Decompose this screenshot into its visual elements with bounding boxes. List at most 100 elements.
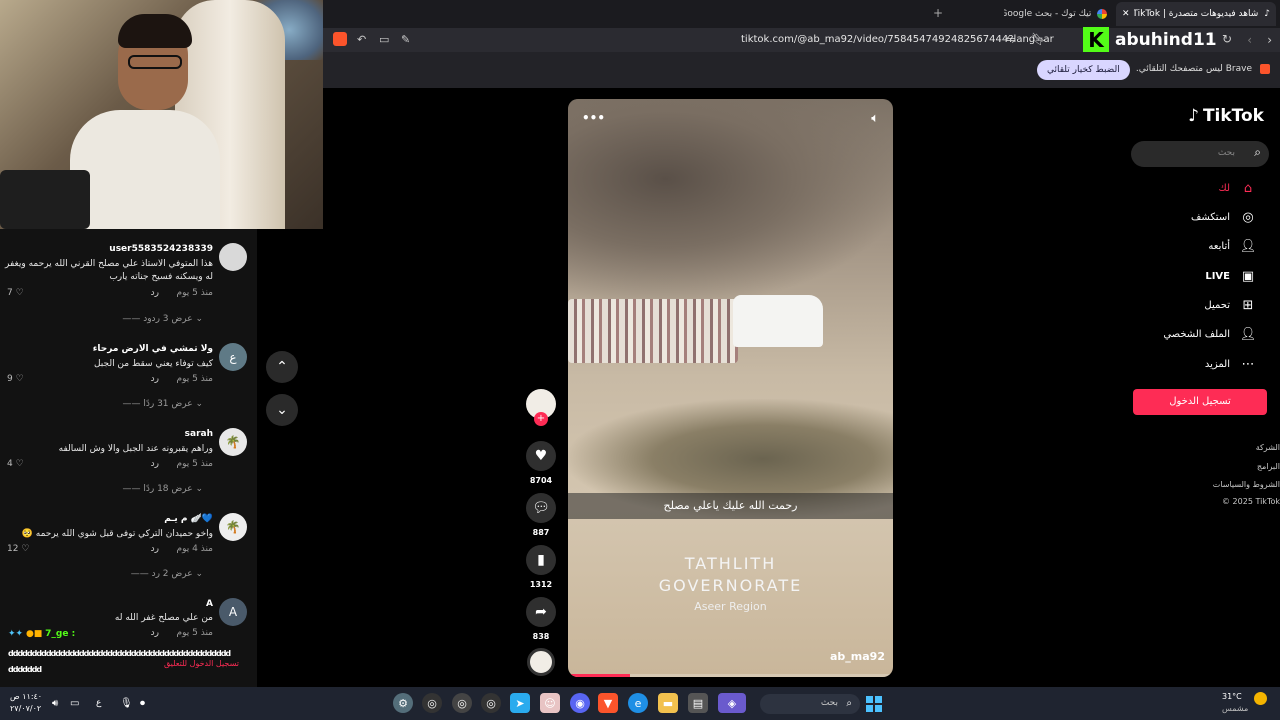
comment-like-count: 12	[7, 544, 19, 554]
edge-icon[interactable]: e	[628, 693, 648, 713]
comment-username[interactable]: ولا تمشي في الارض مرحاء	[93, 344, 213, 354]
view-replies[interactable]: —— عرض 3 ردود ⌄	[122, 314, 203, 324]
clock-time[interactable]: ١١:٤٠ ص	[10, 692, 42, 701]
comment-username[interactable]: sarah	[185, 429, 213, 439]
file-explorer-icon[interactable]: ▬	[658, 693, 678, 713]
comment-like[interactable]: 9 ♡	[7, 374, 24, 384]
tab-google[interactable]: تيك توك - بحث Google	[998, 2, 1113, 26]
mic-icon[interactable]: 🎙︎	[120, 698, 133, 709]
music-disc[interactable]	[523, 648, 559, 676]
sidebar-item-live[interactable]: ▣ LIVE	[1205, 268, 1256, 284]
login-to-comment[interactable]: تسجيل الدخول للتعليق	[164, 659, 239, 668]
set-default-button[interactable]: الضبط كخيار تلقائي	[1037, 60, 1130, 80]
reply-button[interactable]: رد	[151, 459, 159, 469]
avatar[interactable]: A	[219, 598, 247, 626]
avatar[interactable]: ع	[219, 343, 247, 371]
cat-app-icon[interactable]: ☺	[540, 693, 560, 713]
view-replies[interactable]: —— عرض 2 رد ⌄	[131, 569, 203, 579]
obs3-icon[interactable]: ◎	[422, 693, 442, 713]
video-progress-bar[interactable]	[568, 674, 893, 677]
comment-like[interactable]: 4 ♡	[7, 459, 24, 469]
reply-button[interactable]: رد	[151, 628, 159, 638]
footer-company[interactable]: الشركة	[1256, 443, 1280, 452]
notepad-icon[interactable]: ▤	[688, 693, 708, 713]
brave-shield-icon[interactable]	[333, 32, 347, 46]
close-tab-icon[interactable]: ✕	[1122, 9, 1130, 19]
reload-icon[interactable]: ↻	[1222, 32, 1232, 46]
cast-icon[interactable]: ▭	[379, 33, 389, 46]
address-bar[interactable]: tiktok.com/@ab_ma92/video/75845474924825…	[741, 34, 1054, 45]
brave-taskbar-icon[interactable]: ▼	[598, 693, 618, 713]
sidebar-item-following[interactable]: 👤︎ أتابعه	[1208, 238, 1256, 254]
undo-icon[interactable]: ↶	[357, 33, 366, 46]
follow-button[interactable]: +	[534, 412, 548, 426]
network-icon[interactable]: ▭	[70, 698, 79, 709]
video-van	[733, 295, 823, 347]
reply-button[interactable]: رد	[151, 544, 159, 554]
reply-button[interactable]: رد	[151, 288, 159, 298]
sidebar-item-explore[interactable]: ◎ استكشف	[1191, 209, 1256, 225]
avatar[interactable]	[219, 243, 247, 271]
video-caption: رحمت الله عليك ياعلي مصلح	[568, 493, 893, 519]
login-button[interactable]: تسجيل الدخول	[1133, 389, 1267, 415]
comment-time: منذ 5 يوم	[176, 288, 213, 298]
sidebar-item-upload[interactable]: ⊞ تحميل	[1204, 297, 1256, 313]
footer-terms[interactable]: الشروط والسياسات	[1213, 480, 1280, 489]
start-icon[interactable]	[866, 696, 882, 712]
comment-username[interactable]: م يـم 🪽💙	[164, 514, 213, 524]
sidebar-item-for-you[interactable]: ⌂ لك	[1219, 180, 1256, 196]
comment-username[interactable]: A	[206, 599, 213, 609]
comment-username[interactable]: user5583524238339	[109, 244, 213, 254]
share-icon[interactable]: ➦	[526, 597, 556, 627]
google-favicon-icon	[1097, 9, 1107, 19]
settings-icon[interactable]: ⚙	[393, 693, 413, 713]
reply-button[interactable]: رد	[151, 374, 159, 384]
tiktok-logo[interactable]: ♪ TikTok	[1188, 106, 1264, 126]
forward-icon[interactable]: ‹	[1247, 33, 1252, 47]
obs-icon[interactable]: ◎	[481, 693, 501, 713]
sidebar-item-more[interactable]: ⋯ المزيد	[1205, 356, 1256, 372]
profile-icon: 👤︎	[1239, 326, 1257, 342]
avatar[interactable]: 🌴	[219, 428, 247, 456]
comment-like[interactable]: 7 ♡	[7, 288, 24, 298]
record-icon[interactable]: ⏺	[140, 698, 145, 709]
search-box[interactable]: ⌕ بحث	[1131, 141, 1269, 167]
share-action[interactable]: ➦ 838	[523, 597, 559, 641]
weather-desc: مشمس	[1222, 704, 1249, 713]
avatar[interactable]: 🌴	[219, 513, 247, 541]
discord-icon[interactable]: ◉	[570, 693, 590, 713]
video-more-button[interactable]: •••	[582, 111, 605, 125]
back-icon[interactable]: ›	[1267, 33, 1272, 47]
telegram-icon[interactable]: ➤	[510, 693, 530, 713]
tab-tiktok[interactable]: ♪ شاهد فيديوهات متصدرة | TikTok ✕	[1116, 2, 1276, 26]
view-replies[interactable]: —— عرض 31 ردًا ⌄	[122, 399, 203, 409]
pen-icon[interactable]: ✎	[401, 33, 410, 46]
weather-temp[interactable]: 31°C	[1222, 692, 1242, 701]
footer-programs[interactable]: البرامج	[1257, 462, 1280, 471]
comment-like[interactable]: 12 ♡	[7, 544, 29, 554]
previous-video-button[interactable]: ⌃	[266, 351, 298, 383]
bookmark-icon[interactable]: ▮	[526, 545, 556, 575]
comment-action[interactable]: 💬︎ 887	[523, 493, 559, 537]
chat-username[interactable]: 7_ge :	[45, 629, 75, 639]
comment-icon[interactable]: 💬︎	[526, 493, 556, 523]
location-subtitle: GOVERNORATE	[658, 576, 803, 595]
new-tab-button[interactable]: +	[933, 6, 943, 20]
video-player[interactable]: ••• 🔈︎ رحمت الله عليك ياعلي مصلح TATHLIT…	[568, 99, 893, 677]
view-replies[interactable]: —— عرض 18 ردًا ⌄	[122, 484, 203, 494]
sidebar-item-profile[interactable]: 👤︎ الملف الشخصي	[1163, 326, 1256, 342]
like-action[interactable]: ♥ 8704	[523, 441, 559, 485]
creator-avatar[interactable]: +	[523, 389, 559, 426]
heart-icon[interactable]: ♥	[526, 441, 556, 471]
search-input[interactable]: بحث	[1218, 148, 1235, 158]
taskbar-search[interactable]: ⌕ بحث	[760, 694, 860, 714]
volume-icon[interactable]: 🔈︎	[871, 111, 879, 126]
language-indicator[interactable]: ع	[96, 698, 101, 708]
next-video-button[interactable]: ⌄	[266, 394, 298, 426]
game-app-icon[interactable]: ◈	[718, 693, 746, 713]
obs2-icon[interactable]: ◎	[452, 693, 472, 713]
volume-tray-icon[interactable]: 🔊︎	[52, 698, 58, 709]
search-icon[interactable]: ⌕	[1254, 145, 1261, 160]
save-action[interactable]: ▮ 1312	[523, 545, 559, 589]
comment-time: منذ 5 يوم	[176, 374, 213, 384]
